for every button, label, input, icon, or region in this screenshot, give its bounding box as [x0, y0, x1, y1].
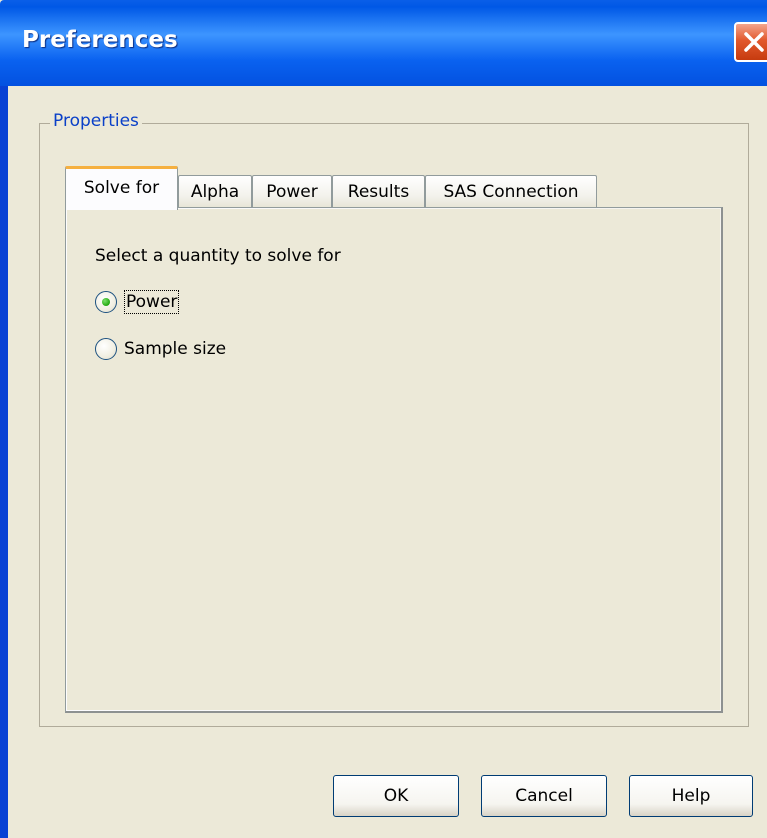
- tab-results[interactable]: Results: [332, 175, 425, 209]
- tab-solve-for[interactable]: Solve for: [65, 166, 178, 210]
- tab-alpha[interactable]: Alpha: [178, 175, 252, 209]
- radio-button-power[interactable]: [95, 291, 117, 313]
- tab-panel-solve-for: [65, 207, 723, 713]
- close-button[interactable]: [734, 22, 767, 62]
- radio-sample-size[interactable]: Sample size: [95, 336, 226, 362]
- radio-power[interactable]: Power: [95, 289, 180, 315]
- cancel-button[interactable]: Cancel: [481, 775, 607, 817]
- window-left-border: [0, 86, 8, 838]
- preferences-dialog: Preferences Properties Solve for Alpha P…: [0, 0, 767, 838]
- tab-power[interactable]: Power: [252, 175, 332, 209]
- solve-for-prompt: Select a quantity to solve for: [95, 246, 341, 266]
- tab-panel-body: [67, 209, 720, 710]
- ok-button[interactable]: OK: [333, 775, 459, 817]
- title-bar[interactable]: Preferences: [0, 0, 767, 86]
- tab-sas-connection[interactable]: SAS Connection: [425, 175, 597, 209]
- window-title: Preferences: [22, 27, 178, 53]
- groupbox-label: Properties: [50, 111, 142, 131]
- radio-button-sample-size[interactable]: [95, 338, 117, 360]
- help-button[interactable]: Help: [629, 775, 753, 817]
- radio-label-power: Power: [124, 290, 180, 314]
- radio-label-sample-size: Sample size: [124, 339, 227, 359]
